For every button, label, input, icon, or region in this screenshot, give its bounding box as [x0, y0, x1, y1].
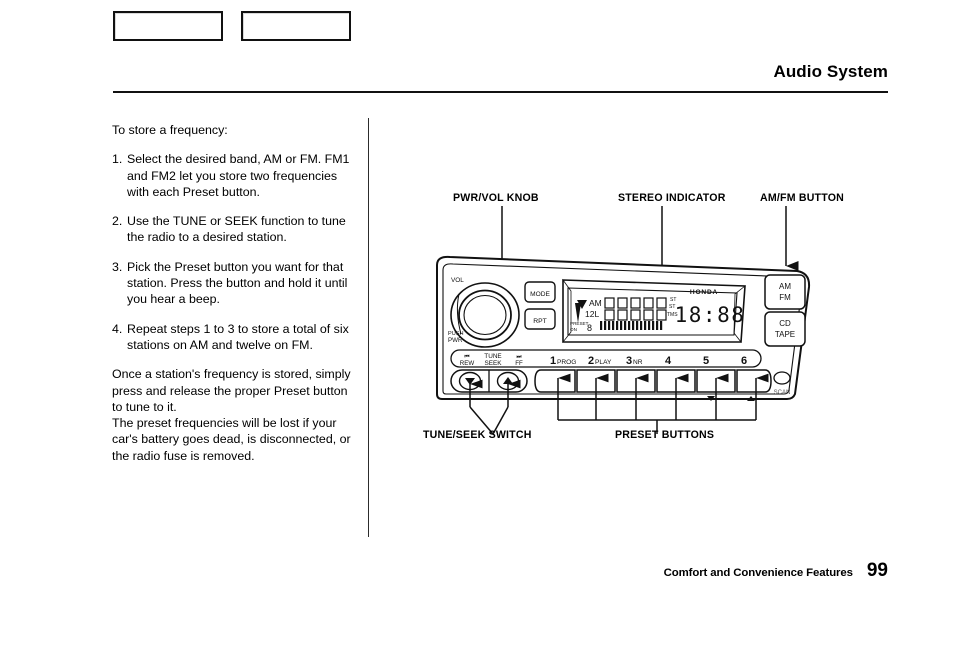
mode-button[interactable]: MODE	[524, 281, 556, 303]
mode-button-label: MODE	[530, 291, 550, 298]
cd-tape-button[interactable]: CD TAPE	[764, 311, 806, 347]
preset-label-1-sub: PROG	[557, 359, 576, 366]
knob-pwr-label: PWR	[448, 337, 463, 344]
step-text: Pick the Preset button you want for that…	[127, 259, 348, 307]
cd-tape-button-label-cd: CD	[779, 319, 791, 328]
scan-indicator-lamp	[773, 371, 791, 385]
step-item-4: 4. Repeat steps 1 to 3 to store a total …	[112, 321, 356, 354]
lcd-preset-number: 8	[587, 323, 592, 333]
step-item-2: 2. Use the TUNE or SEEK function to tune…	[112, 213, 356, 246]
honda-brand-label: HONDA	[690, 289, 718, 296]
lcd-preset-label: PRESET	[570, 321, 589, 326]
step-text: Use the TUNE or SEEK function to tune th…	[127, 214, 346, 245]
preset-button-6[interactable]	[736, 369, 772, 393]
tune-seek-switch[interactable]	[450, 369, 528, 393]
cd-tape-button-label-tape: TAPE	[775, 330, 795, 339]
preset-label-6-num: 6	[741, 355, 747, 367]
footer-section-label: Comfort and Convenience Features	[663, 567, 853, 579]
page-footer: Comfort and Convenience Features 99	[664, 560, 888, 582]
header-tab-1[interactable]	[113, 11, 223, 41]
step-text: Repeat steps 1 to 3 to store a total of …	[127, 321, 349, 352]
lcd-band-label: AM	[589, 298, 602, 308]
rpt-button[interactable]: RPT	[524, 308, 556, 330]
radio-unit-drawing: VOL PUSH PWR MODE RPT HONDA AM 12L ST ST…	[436, 206, 811, 435]
preset-label-1-num: 1	[550, 355, 556, 367]
knob-vol-label: VOL	[451, 277, 464, 284]
lcd-fm-line-label: 12L	[585, 309, 599, 319]
callout-pwr-vol-knob: PWR/VOL KNOB	[453, 192, 539, 204]
preset-label-3-num: 3	[626, 355, 632, 367]
column-divider	[368, 118, 370, 537]
closing-paragraph-1: Once a station's frequency is stored, si…	[112, 367, 351, 414]
preset-button-1[interactable]	[534, 369, 576, 393]
preset-button-row[interactable]	[534, 369, 772, 393]
rew-label: REW	[460, 360, 475, 367]
lcd-display: HONDA AM 12L ST ST TMS PRESET ON 8 18:88	[562, 278, 746, 344]
lcd-on-label: ON	[570, 327, 577, 332]
callout-am-fm-button: AM/FM BUTTON	[760, 192, 844, 204]
preset-label-2-sub: PLAY	[595, 359, 612, 366]
preset-label-5-num: 5	[703, 355, 709, 367]
header-tab-group	[113, 11, 351, 41]
rpt-button-label: RPT	[533, 318, 547, 325]
am-fm-button-label-am: AM	[779, 282, 791, 291]
step-number: 2.	[112, 214, 123, 229]
step-text: Select the desired band, AM or FM. FM1 a…	[127, 152, 350, 199]
radio-illustration: PWR/VOL KNOB STEREO INDICATOR AM/FM BUTT…	[415, 172, 883, 452]
closing-paragraph-2: The preset frequencies will be lost if y…	[112, 416, 351, 463]
ff-label: FF	[515, 360, 523, 367]
header-tab-2[interactable]	[241, 11, 351, 41]
intro-paragraph: To store a frequency:	[112, 123, 228, 137]
step-number: 4.	[112, 321, 123, 336]
preset-label-3-sub: NR	[633, 359, 643, 366]
step-number: 1.	[112, 152, 123, 167]
am-fm-button-label-fm: FM	[779, 293, 791, 302]
instruction-column: To store a frequency: 1. Select the desi…	[112, 122, 356, 464]
callout-preset-buttons: PRESET BUTTONS	[615, 429, 715, 441]
preset-label-4-num: 4	[665, 355, 672, 367]
step-item-1: 1. Select the desired band, AM or FM. FM…	[112, 151, 356, 200]
tune-label: TUNE	[484, 353, 501, 360]
am-fm-button[interactable]: AM FM	[764, 274, 806, 310]
callout-stereo-indicator: STEREO INDICATOR	[618, 192, 726, 204]
seek-label: SEEK	[484, 360, 502, 367]
callout-tune-seek-switch: TUNE/SEEK SWITCH	[423, 429, 532, 441]
title-divider-rule	[113, 91, 888, 93]
lcd-clock: 18:88	[675, 303, 746, 327]
preset-label-2-num: 2	[588, 355, 594, 367]
scan-label: SCAN	[774, 390, 791, 396]
page-title: Audio System	[773, 62, 888, 81]
footer-page-number: 99	[866, 560, 888, 581]
step-number: 3.	[112, 259, 123, 274]
step-item-3: 3. Pick the Preset button you want for t…	[112, 259, 356, 308]
